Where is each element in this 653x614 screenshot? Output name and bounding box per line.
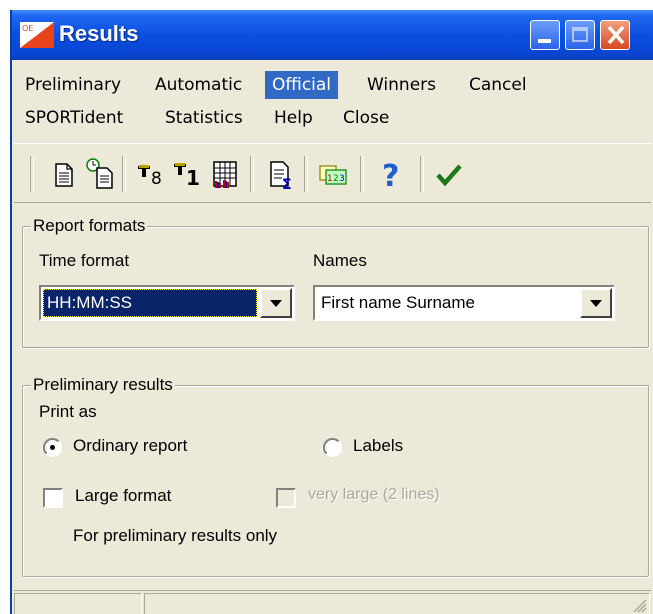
help-icon[interactable]: ?: [374, 154, 408, 194]
names-dropdown-button[interactable]: [580, 288, 612, 318]
maximize-icon: [572, 27, 588, 42]
menu-bar: Preliminary Automatic Official Winners C…: [12, 67, 653, 133]
menu-row-1: Preliminary Automatic Official Winners C…: [12, 67, 653, 100]
radio-selected-dot: [50, 445, 55, 450]
time-format-dropdown-button[interactable]: [260, 288, 292, 318]
close-icon: [607, 25, 625, 45]
report-formats-group: Report formats Time format Names HH:MM:S…: [22, 216, 649, 348]
ordinary-report-radio[interactable]: [43, 438, 62, 457]
print-as-label: Print as: [39, 402, 97, 421]
document-icon[interactable]: [46, 154, 80, 194]
preliminary-results-group: Preliminary results Print as Ordinary re…: [22, 375, 649, 577]
sum-report-icon[interactable]: Σ: [264, 154, 298, 194]
names-label: Names: [313, 251, 367, 270]
names-value: First name Surname: [321, 293, 475, 312]
menu-preliminary[interactable]: Preliminary: [18, 71, 128, 99]
menu-help[interactable]: Help: [267, 104, 320, 132]
menu-cancel[interactable]: Cancel: [462, 71, 534, 99]
toolbar-separator: [30, 156, 34, 192]
timed-document-icon[interactable]: [84, 154, 118, 194]
preliminary-note: For preliminary results only: [73, 526, 278, 545]
report-formats-legend: Report formats: [31, 216, 148, 236]
menu-official[interactable]: Official: [265, 71, 339, 99]
menu-automatic[interactable]: Automatic: [148, 71, 249, 99]
toolbar-separator: [250, 156, 254, 192]
svg-text:OE: OE: [22, 24, 33, 33]
number-123-icon[interactable]: 1 2 3: [316, 154, 350, 194]
chevron-down-icon: [270, 300, 282, 307]
toolbar-separator: [304, 156, 308, 192]
title-bar[interactable]: OE Results: [12, 10, 653, 60]
menu-sportident[interactable]: SPORTident: [18, 104, 130, 132]
chevron-down-icon: [590, 300, 602, 307]
app-logo-icon: OE: [20, 22, 54, 48]
svg-text:2: 2: [333, 174, 339, 184]
preliminary-results-legend: Preliminary results: [31, 375, 175, 395]
svg-text:3: 3: [339, 174, 345, 184]
toolbar: 8 1 Σ 1 2 3 ?: [14, 143, 651, 203]
status-pane: [144, 593, 650, 614]
status-pane: [14, 593, 142, 614]
large-format-label[interactable]: Large format: [75, 486, 171, 506]
close-button[interactable]: [600, 20, 630, 50]
menu-statistics[interactable]: Statistics: [158, 104, 250, 132]
grid-report-icon[interactable]: [208, 154, 242, 194]
ok-check-icon[interactable]: [432, 154, 466, 194]
names-select[interactable]: First name Surname: [313, 285, 615, 321]
toolbar-separator: [122, 156, 126, 192]
toolbar-separator: [360, 156, 364, 192]
very-large-label: very large (2 lines): [308, 486, 440, 503]
options-panel: Report formats Time format Names HH:MM:S…: [14, 208, 651, 588]
ordinary-report-label[interactable]: Ordinary report: [73, 436, 187, 456]
results-window: OE Results Preliminary Automatic Officia…: [10, 10, 653, 614]
menu-row-2: SPORTident Statistics Help Close: [12, 100, 653, 133]
svg-text:?: ?: [382, 159, 399, 194]
resize-grip-icon[interactable]: [631, 597, 647, 613]
labels-label[interactable]: Labels: [353, 436, 403, 456]
svg-text:1: 1: [186, 166, 200, 190]
svg-text:Σ: Σ: [282, 177, 292, 193]
trophy-1-icon[interactable]: 1: [170, 154, 204, 194]
svg-text:8: 8: [151, 169, 162, 189]
time-format-label: Time format: [39, 251, 130, 270]
menu-close[interactable]: Close: [336, 104, 396, 132]
toolbar-separator: [420, 156, 424, 192]
very-large-checkbox: [276, 488, 296, 508]
minimize-icon: [538, 39, 551, 43]
time-format-select[interactable]: HH:MM:SS: [39, 285, 295, 321]
minimize-button[interactable]: [530, 20, 560, 50]
labels-radio[interactable]: [323, 438, 342, 457]
svg-text:1: 1: [327, 174, 333, 184]
trophy-8-icon[interactable]: 8: [134, 154, 168, 194]
window-title: Results: [59, 21, 139, 46]
time-format-value: HH:MM:SS: [43, 289, 257, 317]
large-format-checkbox[interactable]: [43, 488, 63, 508]
status-bar: [14, 590, 651, 614]
menu-winners[interactable]: Winners: [360, 71, 443, 99]
maximize-button[interactable]: [565, 20, 595, 50]
